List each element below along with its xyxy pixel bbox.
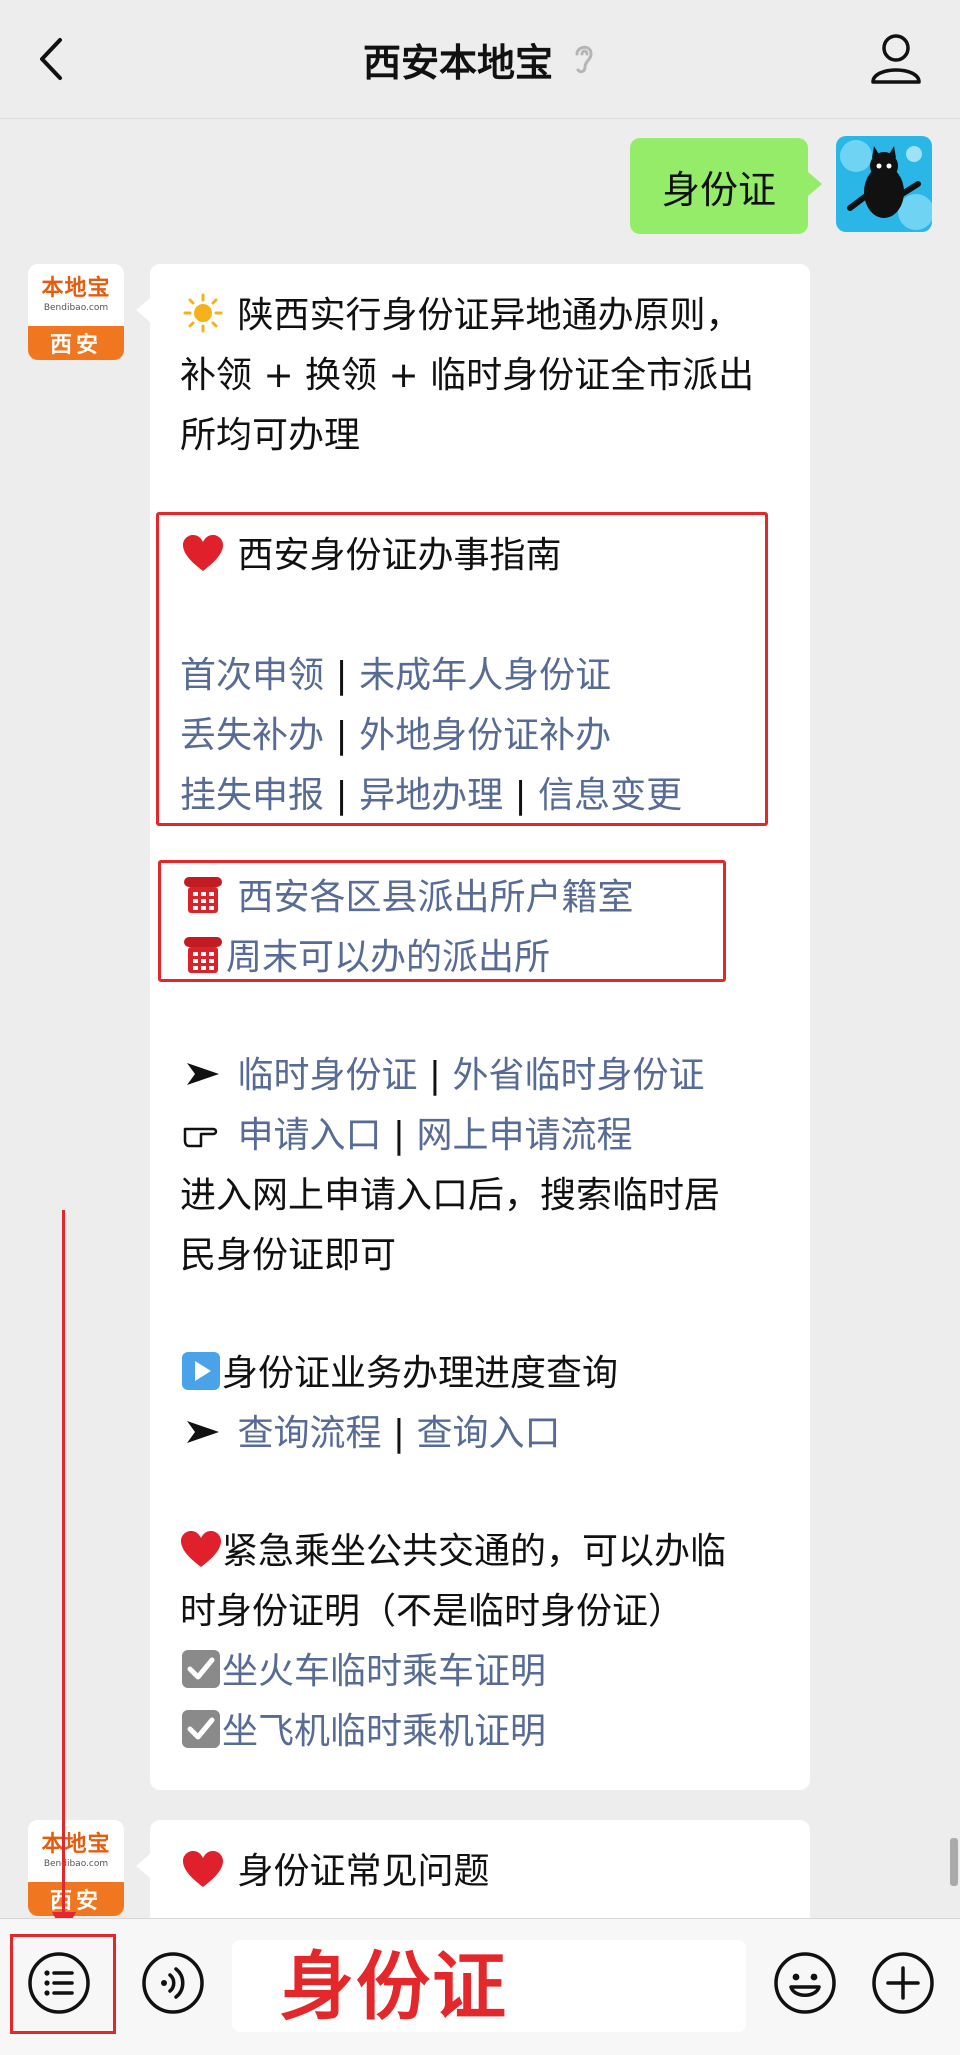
query-entry-link[interactable]: 查询入口	[417, 1413, 561, 1454]
page-title: 西安本地宝	[362, 40, 553, 85]
telephone-icon	[180, 868, 226, 928]
train-proof-link[interactable]: 坐火车临时乘车证明	[222, 1651, 546, 1692]
train-proof-line: 坐火车临时乘车证明	[180, 1642, 546, 1702]
separator: |	[335, 775, 348, 816]
scrollbar-thumb[interactable]	[950, 1838, 958, 1886]
emergency-line-1: 紧急乘坐公共交通的，可以办临	[180, 1522, 726, 1582]
arrow-right-icon	[180, 1046, 226, 1106]
progress-links-line: 查询流程 | 查询入口	[180, 1404, 561, 1464]
intro-text-1: 陕西实行身份证异地通办原则，	[237, 295, 742, 336]
emergency-text-1: 紧急乘坐公共交通的，可以办临	[222, 1531, 727, 1572]
emoji-icon[interactable]	[772, 1950, 838, 2016]
checkbox-icon	[180, 1702, 222, 1762]
progress-title: 身份证业务办理进度查询	[222, 1353, 619, 1394]
nonlocal-reissue-link[interactable]: 外地身份证补办	[359, 715, 611, 756]
minor-id-link[interactable]: 未成年人身份证	[359, 655, 611, 696]
guide-title: 西安身份证办事指南	[237, 535, 562, 576]
intro-line-2: 补领 + 换领 + 临时身份证全市派出	[180, 355, 755, 396]
telephone-icon	[180, 928, 226, 988]
lost-reissue-link[interactable]: 丢失补办	[180, 715, 324, 756]
flight-proof-link[interactable]: 坐飞机临时乘机证明	[222, 1711, 546, 1752]
separator: |	[392, 1115, 406, 1156]
ear-icon	[575, 45, 593, 74]
title-wrap: 西安本地宝	[0, 30, 960, 88]
menu-highlight-box	[10, 1934, 116, 2034]
online-apply-flow-link[interactable]: 网上申请流程	[417, 1115, 633, 1156]
logo-city-text: 西安	[28, 1882, 124, 1916]
top-bar: 西安本地宝	[0, 0, 960, 119]
report-loss-link[interactable]: 挂失申报	[180, 775, 324, 816]
user-message-text: 身份证	[661, 167, 776, 212]
user-profile-icon[interactable]	[868, 30, 924, 86]
apply-entry-link[interactable]: 申请入口	[237, 1115, 381, 1156]
user-avatar[interactable]	[836, 136, 932, 232]
logo-sub-text: Bendibao.com	[43, 303, 109, 313]
guide-row-2: 丢失补办 | 外地身份证补办	[180, 706, 611, 766]
weekend-police-link[interactable]: 周末可以办的派出所	[226, 937, 550, 978]
arrow-right-icon	[180, 1404, 226, 1464]
faq-title-line: 身份证常见问题	[180, 1842, 489, 1902]
sun-icon	[180, 286, 226, 346]
guide-title-line: 西安身份证办事指南	[180, 526, 561, 586]
play-button-icon	[180, 1344, 222, 1404]
bot-avatar[interactable]: 本地宝 Bendibao.com 西安	[28, 1820, 124, 1916]
pointing-hand-icon	[180, 1106, 226, 1166]
guide-row-1: 首次申领 | 未成年人身份证	[180, 646, 611, 706]
info-change-link[interactable]: 信息变更	[538, 775, 682, 816]
user-message-bubble[interactable]: 身份证	[630, 138, 822, 234]
query-flow-link[interactable]: 查询流程	[237, 1413, 381, 1454]
faq-title: 身份证常见问题	[237, 1851, 490, 1892]
logo-sub-text: Bendibao.com	[43, 1859, 109, 1869]
bendibao-logo: 本地宝 Bendibao.com	[28, 1820, 124, 1882]
separator: |	[392, 1413, 406, 1454]
heart-icon	[180, 1842, 226, 1902]
logo-main-text: 本地宝	[41, 276, 111, 301]
guide-row-3: 挂失申报 | 异地办理 | 信息变更	[180, 766, 682, 826]
checkbox-icon	[180, 1642, 222, 1702]
plus-icon[interactable]	[870, 1950, 936, 2016]
separator: |	[514, 775, 527, 816]
district-police-link[interactable]: 西安各区县派出所户籍室	[237, 877, 633, 918]
temp-id-link[interactable]: 临时身份证	[237, 1055, 417, 1096]
voice-input-icon[interactable]	[140, 1950, 206, 2016]
apply-note-1: 进入网上申请入口后，搜索临时居	[180, 1175, 721, 1216]
annotation-arrow-line	[62, 1210, 65, 1918]
flight-proof-line: 坐飞机临时乘机证明	[180, 1702, 546, 1762]
cat-avatar-image	[836, 136, 932, 232]
bot-avatar[interactable]: 本地宝 Bendibao.com 西安	[28, 264, 124, 360]
emergency-line-2: 时身份证明（不是临时身份证）	[180, 1591, 685, 1632]
intro-line-3: 所均可办理	[180, 415, 361, 456]
phone-line-1: 西安各区县派出所户籍室	[180, 868, 633, 928]
separator: |	[335, 655, 348, 696]
apply-line: 申请入口 | 网上申请流程	[180, 1106, 633, 1166]
offsite-handle-link[interactable]: 异地办理	[359, 775, 503, 816]
separator: |	[428, 1055, 442, 1096]
bendibao-logo: 本地宝 Bendibao.com	[28, 264, 124, 326]
intro-line-1: 陕西实行身份证异地通办原则，	[180, 286, 741, 346]
bot-message-bubble: 陕西实行身份证异地通办原则， 补领 + 换领 + 临时身份证全市派出 所均可办理…	[136, 264, 810, 1790]
phone-line-2: 周末可以办的派出所	[180, 928, 550, 988]
logo-main-text: 本地宝	[41, 1832, 111, 1857]
apply-note-2: 民身份证即可	[180, 1235, 397, 1276]
first-apply-link[interactable]: 首次申领	[180, 655, 324, 696]
logo-city-text: 西安	[28, 326, 124, 360]
message-input-text: 身份证	[280, 1944, 508, 2030]
other-province-temp-id-link[interactable]: 外省临时身份证	[453, 1055, 705, 1096]
temp-id-line: 临时身份证 | 外省临时身份证	[180, 1046, 705, 1106]
heart-icon	[180, 526, 226, 586]
progress-title-line: 身份证业务办理进度查询	[180, 1344, 618, 1404]
heart-icon	[180, 1522, 222, 1582]
separator: |	[335, 715, 348, 756]
